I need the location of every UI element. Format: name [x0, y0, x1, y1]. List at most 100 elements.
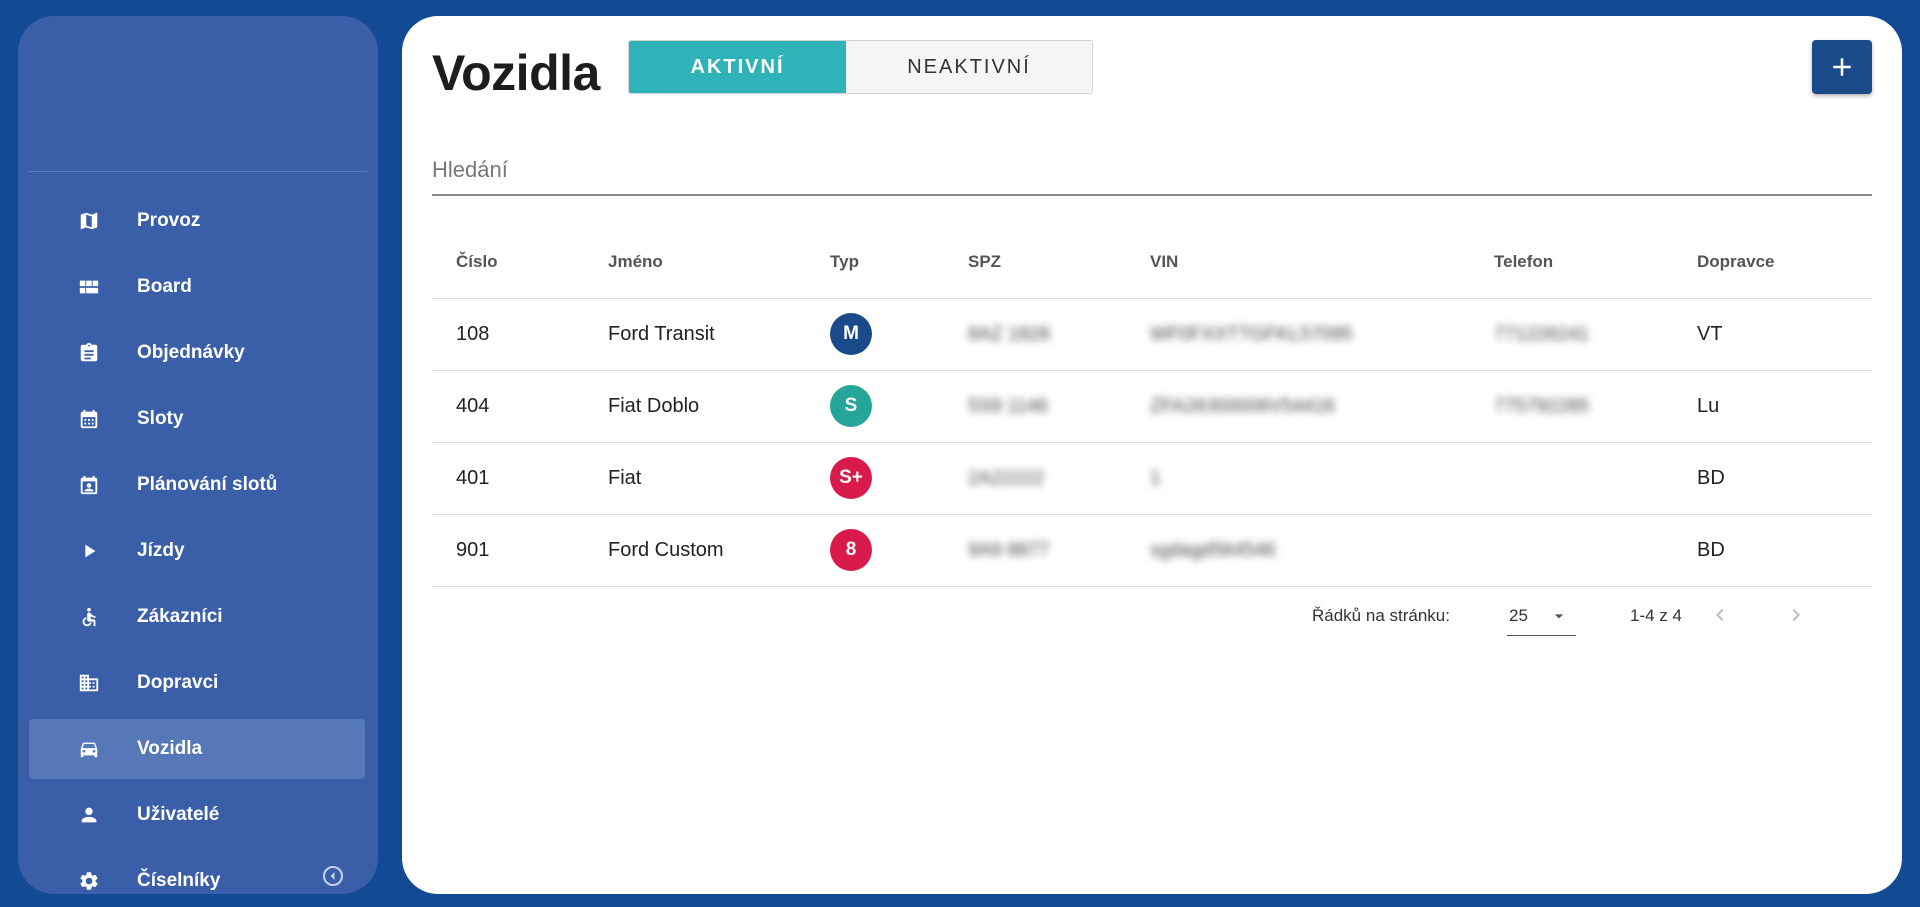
sidebar-item-sloty[interactable]: Sloty — [29, 389, 365, 449]
tab-aktivni[interactable]: AKTIVNÍ — [629, 41, 846, 93]
sidebar-item-objednavky[interactable]: Objednávky — [29, 323, 365, 383]
cell-typ: M — [806, 298, 944, 371]
telefon-value: 771226241 — [1494, 323, 1590, 345]
sidebar-item-label: Dopravci — [137, 672, 219, 693]
logo-area — [29, 16, 367, 172]
vin-value: sgdagd564546 — [1150, 539, 1276, 561]
column-header-dopravce[interactable]: Dopravce — [1673, 226, 1872, 299]
sidebar: Provoz Board Objednávky Sloty Plánování … — [18, 16, 378, 894]
column-header-vin[interactable]: VIN — [1126, 226, 1470, 299]
column-header-jmeno[interactable]: Jméno — [584, 226, 806, 299]
cell-dopravce: BD — [1673, 442, 1872, 515]
sidebar-nav: Provoz Board Objednávky Sloty Plánování … — [29, 191, 365, 894]
previous-page-button[interactable] — [1705, 600, 1735, 630]
cell-dopravce: Lu — [1673, 370, 1872, 443]
table-row[interactable]: 401 Fiat S+ 2A22222 1 BD — [432, 442, 1872, 515]
cell-spz: 5S9 1146 — [944, 370, 1126, 443]
cell-vin: WF0FXXTTGFKL57095 — [1126, 298, 1470, 371]
status-tabs: AKTIVNÍ NEAKTIVNÍ — [628, 40, 1093, 94]
table-row[interactable]: 901 Ford Custom 8 9A9 8877 sgdagd564546 … — [432, 514, 1872, 587]
cell-typ: S — [806, 370, 944, 443]
cell-spz: 8AZ 1826 — [944, 298, 1126, 371]
column-header-telefon[interactable]: Telefon — [1470, 226, 1673, 299]
sidebar-item-vozidla[interactable]: Vozidla — [29, 719, 365, 779]
sidebar-item-provoz[interactable]: Provoz — [29, 191, 365, 251]
rows-per-page-value: 25 — [1509, 606, 1528, 625]
sidebar-item-planovani-slotu[interactable]: Plánování slotů — [29, 455, 365, 515]
cell-cislo: 901 — [432, 514, 584, 587]
chevron-left-icon — [1716, 609, 1724, 621]
chevron-right-icon — [1792, 609, 1800, 621]
cell-jmeno: Ford Custom — [584, 514, 806, 587]
sidebar-item-board[interactable]: Board — [29, 257, 365, 317]
sidebar-item-ciselniky[interactable]: Číselníky — [29, 851, 365, 894]
page-range: 1-4 z 4 — [1630, 606, 1682, 625]
cell-jmeno: Fiat — [584, 442, 806, 515]
cell-spz: 9A9 8877 — [944, 514, 1126, 587]
spz-value: 2A22222 — [968, 467, 1045, 489]
next-page-button[interactable] — [1781, 600, 1811, 630]
type-badge: 8 — [830, 529, 872, 571]
search-input[interactable] — [432, 136, 1872, 196]
vehicles-table: Číslo Jméno Typ SPZ VIN Telefon Dopravce… — [432, 226, 1872, 587]
sidebar-item-label: Vozidla — [137, 738, 203, 759]
sidebar-item-jizdy[interactable]: Jízdy — [29, 521, 365, 581]
play-icon — [77, 539, 101, 563]
dropdown-arrow-icon — [1554, 614, 1564, 619]
sidebar-item-label: Plánování slotů — [137, 474, 278, 495]
cell-dopravce: BD — [1673, 514, 1872, 587]
sidebar-item-zakaznici[interactable]: Zákazníci — [29, 587, 365, 647]
cell-telefon: 775792285 — [1470, 370, 1673, 443]
rows-per-page-select[interactable]: 25 — [1507, 594, 1576, 636]
chevron-left-circle-icon — [323, 866, 343, 886]
sidebar-item-label: Sloty — [137, 408, 184, 429]
spz-value: 9A9 8877 — [968, 539, 1050, 561]
cell-vin: sgdagd564546 — [1126, 514, 1470, 587]
calendar-user-icon — [77, 473, 101, 497]
type-badge: S — [830, 385, 872, 427]
type-badge: S+ — [830, 457, 872, 499]
table-header-row: Číslo Jméno Typ SPZ VIN Telefon Dopravce — [432, 226, 1872, 299]
cell-cislo: 108 — [432, 298, 584, 371]
sidebar-item-dopravci[interactable]: Dopravci — [29, 653, 365, 713]
cell-telefon: 771226241 — [1470, 298, 1673, 371]
cell-typ: 8 — [806, 514, 944, 587]
person-icon — [77, 803, 101, 827]
cell-spz: 2A22222 — [944, 442, 1126, 515]
car-icon — [77, 737, 101, 761]
vin-value: 1 — [1150, 467, 1161, 489]
pagination: Řádků na stránku: 25 1-4 z 4 — [432, 588, 1872, 642]
sidebar-item-label: Uživatelé — [137, 804, 220, 825]
main-panel: Vozidla AKTIVNÍ NEAKTIVNÍ Číslo Jméno Ty… — [402, 16, 1902, 894]
cell-telefon — [1470, 514, 1673, 587]
cell-typ: S+ — [806, 442, 944, 515]
cell-jmeno: Fiat Doblo — [584, 370, 806, 443]
spz-value: 8AZ 1826 — [968, 323, 1051, 345]
plus-icon — [1833, 58, 1851, 76]
collapse-sidebar-button[interactable] — [321, 864, 345, 888]
column-header-spz[interactable]: SPZ — [944, 226, 1126, 299]
building-icon — [77, 671, 101, 695]
clipboard-icon — [77, 341, 101, 365]
sidebar-item-label: Zákazníci — [137, 606, 223, 627]
map-icon — [77, 209, 101, 233]
column-header-typ[interactable]: Typ — [806, 226, 944, 299]
cell-dopravce: VT — [1673, 298, 1872, 371]
table-row[interactable]: 108 Ford Transit M 8AZ 1826 WF0FXXTTGFKL… — [432, 298, 1872, 371]
sidebar-item-label: Board — [137, 276, 192, 297]
accessible-icon — [77, 605, 101, 629]
tab-neaktivni[interactable]: NEAKTIVNÍ — [846, 41, 1092, 93]
gear-icon — [77, 869, 101, 893]
cell-vin: 1 — [1126, 442, 1470, 515]
telefon-value: 775792285 — [1494, 395, 1590, 417]
calendar-icon — [77, 407, 101, 431]
sidebar-item-label: Číselníky — [137, 870, 221, 891]
table-row[interactable]: 404 Fiat Doblo S 5S9 1146 ZFA26300006V54… — [432, 370, 1872, 443]
add-vehicle-button[interactable] — [1812, 40, 1872, 94]
type-badge: M — [830, 313, 872, 355]
sidebar-item-label: Objednávky — [137, 342, 245, 363]
sidebar-item-uzivatele[interactable]: Uživatelé — [29, 785, 365, 845]
dashboard-icon — [77, 275, 101, 299]
page-title: Vozidla — [432, 45, 600, 101]
column-header-cislo[interactable]: Číslo — [432, 226, 584, 299]
